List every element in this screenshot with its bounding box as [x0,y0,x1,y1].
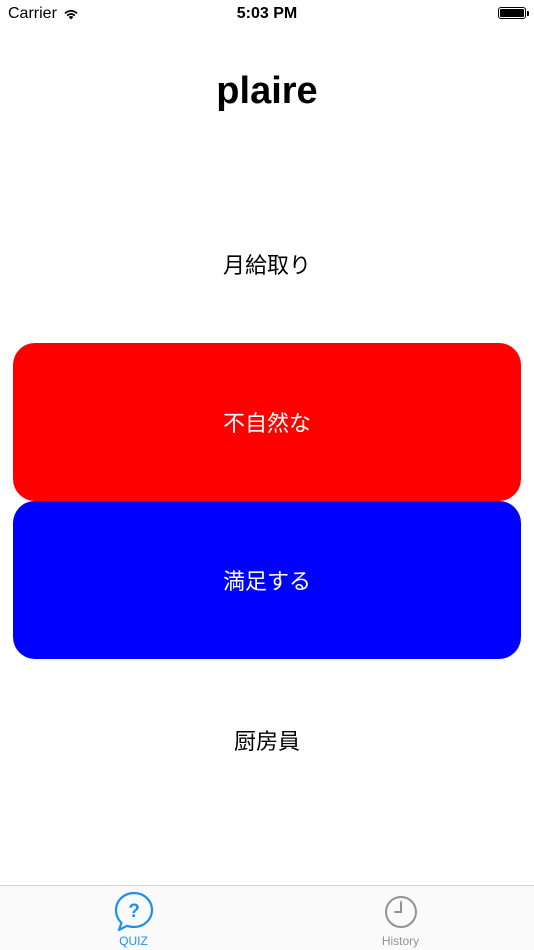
choice-option-3-label: 満足する [222,569,311,594]
battery-icon [498,7,529,19]
tab-quiz-label: QUIZ [119,934,148,948]
svg-text:?: ? [128,901,140,922]
tab-history[interactable]: History [267,886,534,950]
choice-option-4[interactable]: 厨房員 [0,724,534,756]
choice-option-3[interactable]: 満足する [13,501,521,659]
clock-icon [384,896,417,928]
battery-level [500,9,524,17]
tab-quiz[interactable]: ? QUIZ [0,886,267,950]
quiz-bubble-icon: ? [114,891,153,932]
choice-option-2[interactable]: 不自然な [13,343,521,501]
quiz-screen: Carrier 5:03 PM plaire 月給取り 不自然な 満足する 厨房… [0,0,534,950]
status-time: 5:03 PM [236,5,298,22]
quiz-word: plaire [216,70,318,112]
choice-option-2-label: 不自然な [222,411,311,436]
choice-option-1[interactable]: 月給取り [0,248,534,280]
status-bar: Carrier 5:03 PM [0,0,534,28]
tab-history-label: History [381,934,420,948]
tab-bar: ? QUIZ History [0,885,534,950]
